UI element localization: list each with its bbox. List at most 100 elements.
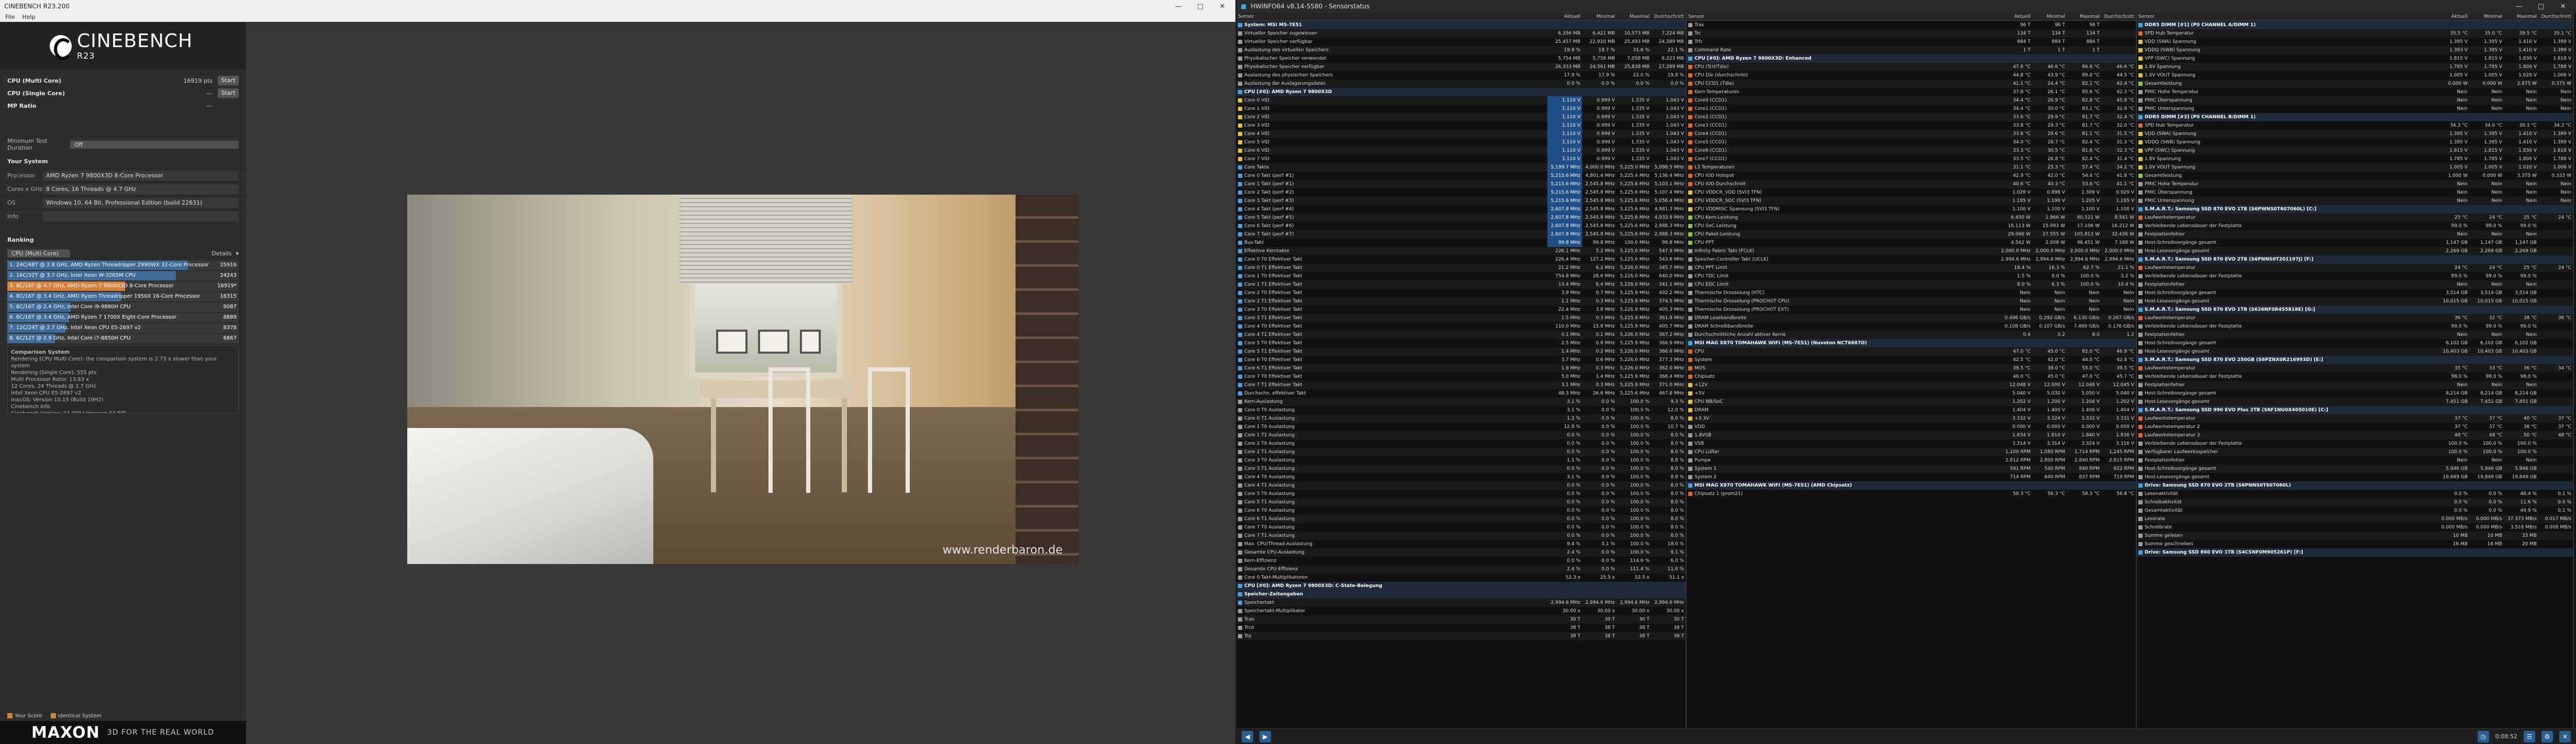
sensor-panel[interactable]: Sensor Aktuell Minimal Maximal Durchschnitt T… [1687, 13, 2137, 728]
sensor-row[interactable]: CPU Lüfter 1,100 RPM 1,080 RPM 1,714 RPM 1,2… [1687, 448, 2136, 456]
ranking-row[interactable]: 8. 6C/12T @ 2.9 GHz, Intel Core i7-8850H… [7, 334, 239, 343]
column-header[interactable]: Minimal [1582, 13, 1616, 20]
sensor-row[interactable]: CPU VDDMISC Spannung (SVI3 TFN) 1.100 V 1.… [1687, 205, 2136, 213]
sensor-row[interactable]: PMIC Unterspannung Nein Nein Nein Nein [2137, 105, 2573, 113]
sensor-row[interactable]: +12V 12.048 V 12.000 V 12.048 V 12.045 V [1687, 381, 2136, 389]
sensor-row[interactable]: Verbleibende Lebensdauer der Festplatte 9… [2137, 222, 2573, 230]
sensor-row[interactable]: Infinity Fabric Takt (FCLK) 2,000.0 MHz 2,… [1687, 247, 2136, 255]
sensor-panel[interactable]: Sensor Aktuell Minimal Maximal Durchschnitt D… [2137, 13, 2574, 728]
column-header[interactable]: Aktuell [1998, 13, 2032, 20]
sensor-row[interactable]: Core 5 Takt (perf #5) 2,607.8 MHz 2,545.8 … [1236, 213, 1686, 222]
sensor-row[interactable]: Core 5 T0 Effektiver Takt 2.5 MHz 0.8 MHz 5… [1236, 339, 1686, 347]
sensor-row[interactable]: System 2 714 RPM 640 RPM 837 RPM 719 RPM [1687, 473, 2136, 481]
sensor-row[interactable]: Core 1 T0 Effektiver Takt 754.8 MHz 28.6 M… [1236, 272, 1686, 280]
column-header[interactable]: Aktuell [1547, 13, 1582, 20]
sensor-row[interactable]: SPD Hub Temperatur 34.3 °C 34.0 °C 39.3 °C 3… [2137, 121, 2573, 130]
sensor-row[interactable]: Verbleibende Lebensdauer der Festplatte 9… [2137, 373, 2573, 381]
sensor-row[interactable]: Kern-Auslastung 3.1 % 0.0 % 100.0 % 9.3 % [1236, 398, 1686, 406]
sensor-row[interactable]: Thermische Drosselung (PROCHOT EXT) Nein N… [1687, 306, 2136, 314]
sensor-row[interactable]: Core 4 T1 Auslastung 0.0 % 0.0 % 100.0 % 8.0… [1236, 481, 1686, 490]
sensor-row[interactable]: Host-Schreibvorgänge gesamt 1,147 GB 1,147… [2137, 239, 2573, 247]
sensor-row[interactable]: 1.8V Spannung 1.785 V 1.785 V 1.800 V 1.788 … [2137, 63, 2573, 71]
sensor-group-row[interactable]: MSI MAG X870 TOMAHAWK WIFI (MS-7E51) (Nu… [1687, 339, 2136, 347]
sensor-row[interactable]: CPU VDDCR_VDD (SVI3 TFN) 1.028 V 0.898 V 1.… [1687, 188, 2136, 197]
report-icon[interactable]: ☰ [2524, 730, 2535, 742]
sensor-row[interactable]: Host-Schreibvorgänge gesamt 3,514 GB 3,514… [2137, 289, 2573, 297]
sensor-row[interactable]: CPU SoC-Leistung 16.113 W 15.993 W 17.106 W… [1687, 222, 2136, 230]
sensor-row[interactable]: Laufwerkstemperatur 3 48 °C 48 °C 50 °C 48 °… [2137, 431, 2573, 439]
sensor-row[interactable]: Core 3 T1 Auslastung 0.0 % 0.0 % 100.0 % 8.0… [1236, 465, 1686, 473]
sensor-group-row[interactable]: S.M.A.R.T.: Samsung SSD 870 EVO 250GB (S… [2137, 356, 2573, 364]
sensor-row[interactable]: CPU PPT 4.542 W 2.008 W 96.451 W 7.168 W [1687, 239, 2136, 247]
sensor-row[interactable]: Core 5 T1 Auslastung 0.0 % 0.0 % 100.0 % 8.0… [1236, 498, 1686, 506]
sensor-row[interactable]: SPD Hub Temperatur 35.5 °C 35.0 °C 39.5 °C 3… [2137, 29, 2573, 38]
sensor-row[interactable]: PMIC Hohe Temperatur Nein Nein Nein Nein [2137, 180, 2573, 188]
sensor-row[interactable]: Core 2 T0 Auslastung 0.0 % 0.0 % 100.0 % 8.0… [1236, 439, 1686, 448]
sensor-row[interactable]: Core 7 Takt (perf #7) 2,607.8 MHz 2,545.8 … [1236, 230, 1686, 239]
sensor-row[interactable]: Speicher-Controller Takt (UCLK) 2,994.6 M… [1687, 255, 2136, 264]
sensor-row[interactable]: Core1 (CCD1) 34.4 °C 30.0 °C 83.1 °C 32.9 °C [1687, 105, 2136, 113]
sensor-row[interactable]: Kern-Effizienz 0.0 % 0.0 % 114.6 % 6.0 % [1236, 557, 1686, 565]
sensor-row[interactable]: Host-Lesevorgänge gesamt 2,269 GB 2,269 GB… [2137, 247, 2573, 255]
sensor-row[interactable]: Core 6 Takt (perf #6) 2,607.8 MHz 2,545.8 … [1236, 222, 1686, 230]
sensor-group-row[interactable]: Drive: Samsung SSD 870 EVO 2TB (S6PNNS0T… [2137, 481, 2573, 490]
sensor-row[interactable]: Effektive Kerntakte 226.1 MHz 5.2 MHz 5,225… [1236, 247, 1686, 255]
sensor-row[interactable]: CPU TDC Limit 1.5 % 0.0 % 100.0 % 3.2 % [1687, 272, 2136, 280]
sensor-row[interactable]: VPP (SWC) Spannung 1.815 V 1.815 V 1.830 V1… [2137, 54, 2573, 63]
sensor-row[interactable]: CPU Die (durchschnitt) 44.8 °C 43.9 °C 89.8… [1687, 71, 2136, 80]
sensor-row[interactable]: Core 7 T1 Auslastung 0.0 % 0.0 % 100.0 % 8.0… [1236, 532, 1686, 540]
column-header[interactable]: Sensor [1687, 13, 1998, 20]
sensor-row[interactable]: Trcd 38 T 38 T 38 T 38 T [1236, 624, 1686, 632]
sensor-row[interactable]: CPU IOD Hotspot 42.9 °C 42.0 °C 54.4 °C 41.8… [1687, 172, 2136, 180]
sensor-row[interactable]: Auslastung des virtuellen Speichers 19.9 … [1236, 46, 1686, 54]
sensor-panel[interactable]: Sensor Aktuell Minimal Maximal Durchschnitt S… [1236, 13, 1687, 728]
sensor-row[interactable]: Core 3 T1 Effektiver Takt 1.5 MHz 0.3 MHz 5… [1236, 314, 1686, 322]
sensor-row[interactable]: CPU PPT Limit 18.4 % 16.3 % 62.7 % 21.1 % [1687, 264, 2136, 272]
sensor-group-row[interactable]: S.M.A.R.T.: Samsung SSD 990 EVO Plus 2TB… [2137, 406, 2573, 414]
sensor-row[interactable]: CPU IOD Durchschnitt 40.6 °C 40.3 °C 53.6 °… [1687, 180, 2136, 188]
sensor-row[interactable]: Host-Lesevorgänge gesamt 10,015 GB 10,015 … [2137, 297, 2573, 306]
sensor-row[interactable]: Core4 (CCD1) 33.6 °C 29.6 °C 81.1 °C 31.5 °C [1687, 130, 2136, 138]
sensor-row[interactable]: Core 3 Takt (perf #3) 5,215.6 MHz 2,545.8 … [1236, 197, 1686, 205]
sensor-row[interactable]: VDDQ (SWB) Spannung 1.393 V 1.395 V 1.410 V… [2137, 46, 2573, 54]
details-label[interactable]: Details [211, 250, 231, 257]
sensor-row[interactable]: Core6 (CCD1) 33.3 °C 30.5 °C 81.6 °C 32.3 °C [1687, 146, 2136, 155]
sensor-group-row[interactable]: Speicher-Zeitangaben [1236, 590, 1686, 599]
sensor-row[interactable]: Core 1 VID 1.110 V 0.999 V 1.335 V 1.043 V [1236, 105, 1686, 113]
sensor-row[interactable]: DRAM Lesebandbreite 0.496 GB/s 0.292 GB/s 6… [1687, 314, 2136, 322]
ranking-row[interactable]: 2. 16C/32T @ 3.7 GHz, Intel Xeon W-3265M… [7, 271, 239, 280]
column-header[interactable]: Minimal [2032, 13, 2067, 20]
sensor-row[interactable]: Verfügbarer Laufwerksspeicher 100.0 % 100.… [2137, 448, 2573, 456]
sensor-row[interactable]: Schreibrate 0.000 MB/s 0.000 MB/s 3.518 MB/… [2137, 523, 2573, 532]
close-icon[interactable]: ✕ [1213, 3, 1231, 10]
sensor-row[interactable]: Host-Lesevorgänge gesamt 7,451 GB 7,451 GB… [2137, 398, 2573, 406]
menu-file[interactable]: File [5, 14, 15, 20]
sensor-row[interactable]: Auslastung der Auslagerungsdatei 0.0 % 0.0… [1236, 80, 1686, 88]
sensor-row[interactable]: Laufwerkstemperatur 35 °C 33 °C 36 °C 34 °C [2137, 364, 2573, 373]
sensor-row[interactable]: Core 4 VID 1.110 V 0.999 V 1.335 V 1.043 V [1236, 130, 1686, 138]
sensor-row[interactable]: Core 1 Takt (perf #1) 5,215.6 MHz 2,545.8 … [1236, 180, 1686, 188]
sensor-row[interactable]: Core 4 T0 Effektiver Takt 110.0 MHz 15.8 M… [1236, 322, 1686, 331]
sensor-row[interactable]: Chipsatz 46.0 °C 45.0 °C 47.0 °C 45.7 °C [1687, 373, 2136, 381]
arrow-right-icon[interactable]: ▶ [1259, 730, 1271, 742]
sensor-row[interactable]: DRAM Schreibbandbreite 0.108 GB/s 0.107 GB… [1687, 322, 2136, 331]
sensor-row[interactable]: L3 Temperaturen 31.1 °C 25.3 °C 57.4 °C 34.2… [1687, 163, 2136, 172]
start-single-button[interactable]: Start [218, 88, 239, 98]
column-header[interactable]: Maximal [2067, 13, 2101, 20]
sensor-group-row[interactable]: CPU [#0]: AMD Ryzen 7 9800X3D [1236, 88, 1686, 96]
sensor-row[interactable]: Laufwerkstemperatur 25 °C 24 °C 25 °C 24 °C [2137, 213, 2573, 222]
sensor-row[interactable]: 1.0V VOUT Spannung 1.005 V 1.005 V 1.020 V1… [2137, 71, 2573, 80]
sensor-row[interactable]: Core 0 VID 1.110 V 0.999 V 1.335 V 1.043 V [1236, 96, 1686, 105]
minimize-icon[interactable]: — [1169, 3, 1187, 10]
sensor-row[interactable]: CPU VDDCR_SOC (SVI3 TFN) 1.195 V 1.190 V 1.… [1687, 197, 2136, 205]
sensor-row[interactable]: Core 5 T0 Auslastung 0.0 % 0.0 % 100.0 % 8.0… [1236, 490, 1686, 498]
sensor-row[interactable]: Core 1 T0 Auslastung 12.8 % 0.0 % 100.0 % 10… [1236, 423, 1686, 431]
sensor-row[interactable]: Core 4 Takt (perf #4) 2,607.8 MHz 2,545.8 … [1236, 205, 1686, 213]
sensor-row[interactable]: Laufwerkstemperatur 2 37 °C 37 °C 38 °C 37 °… [2137, 423, 2573, 431]
sensor-row[interactable]: Bus-Takt 99.8 MHz 99.8 MHz 100.0 MHz 99.8 MH… [1236, 239, 1686, 247]
sensor-row[interactable]: Speichertakt 2,994.6 MHz 2,994.6 MHz 2,994.… [1236, 599, 1686, 607]
sensor-row[interactable]: PMIC Überspannung Nein Nein Nein Nein [2137, 96, 2573, 105]
sensor-group-row[interactable]: System: MSI MS-7E51 [1236, 21, 1686, 29]
sensor-row[interactable]: Core 0 T0 Effektiver Takt 226.4 MHz 127.2 … [1236, 255, 1686, 264]
info-field[interactable] [43, 211, 239, 221]
